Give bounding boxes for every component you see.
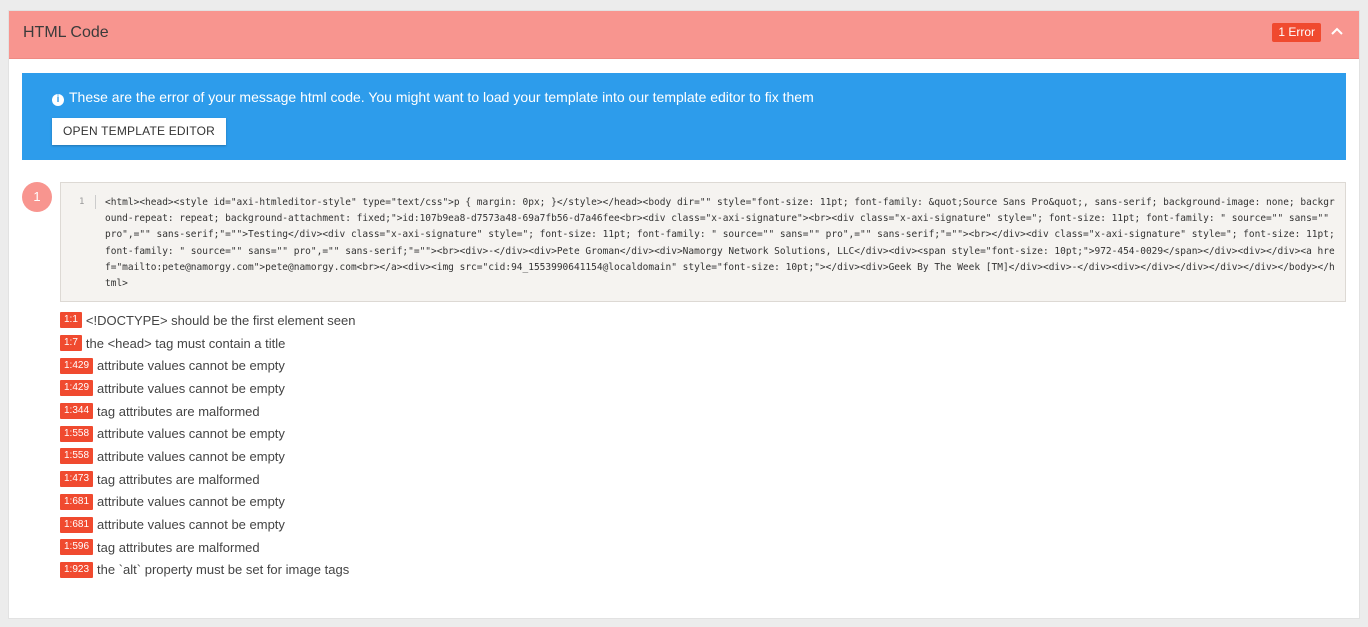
error-row: 1:681 attribute values cannot be empty (60, 491, 1346, 514)
error-position-badge: 1:1 (60, 312, 82, 329)
info-message: i These are the error of your message htm… (52, 89, 814, 106)
info-alert: i These are the error of your message htm… (22, 73, 1346, 160)
error-message: tag attributes are malformed (97, 471, 260, 487)
html-code-panel: HTML Code 1 Error i These are the error o… (8, 10, 1360, 619)
error-position-badge: 1:596 (60, 539, 94, 556)
error-row: 1:558 attribute values cannot be empty (60, 422, 1346, 445)
line-number: 1 (79, 197, 85, 207)
error-count-badge: 1 Error (1272, 23, 1321, 42)
panel-header[interactable]: HTML Code 1 Error (9, 11, 1359, 59)
panel-title: HTML Code (23, 24, 109, 41)
error-row: 1:429 attribute values cannot be empty (60, 377, 1346, 400)
error-message: tag attributes are malformed (97, 403, 260, 419)
error-position-badge: 1:429 (60, 357, 94, 374)
error-message: tag attributes are malformed (97, 539, 260, 555)
error-message: attribute values cannot be empty (97, 358, 285, 374)
error-position-badge: 1:344 (60, 403, 94, 420)
error-row: 1:558 attribute values cannot be empty (60, 445, 1346, 468)
error-row: 1:429 attribute values cannot be empty (60, 354, 1346, 377)
error-row: 1:473 tag attributes are malformed (60, 468, 1346, 491)
error-row: 1:923 the `alt` property must be set for … (60, 559, 1346, 582)
code-viewer[interactable]: 1 <html><head><style id="axi-htmleditor-… (60, 182, 1346, 302)
error-position-badge: 1:681 (60, 516, 94, 533)
error-message: the `alt` property must be set for image… (97, 562, 350, 578)
error-row: 1:596 tag attributes are malformed (60, 536, 1346, 559)
open-template-editor-button[interactable]: OPEN TEMPLATE EDITOR (52, 118, 227, 145)
error-position-badge: 1:429 (60, 380, 94, 397)
error-position-badge: 1:681 (60, 493, 94, 510)
error-message: attribute values cannot be empty (97, 426, 285, 442)
error-position-badge: 1:923 (60, 561, 94, 578)
error-position-badge: 1:558 (60, 425, 94, 442)
error-row: 1:344 tag attributes are malformed (60, 400, 1346, 423)
error-item: 1 1 <html><head><style id="axi-htmledito… (22, 182, 1346, 581)
gutter-divider (95, 195, 96, 209)
error-position-badge: 1:473 (60, 471, 94, 488)
error-message: attribute values cannot be empty (97, 448, 285, 464)
error-row: 1:681 attribute values cannot be empty (60, 513, 1346, 536)
error-message: attribute values cannot be empty (97, 380, 285, 396)
error-message: the <head> tag must contain a title (85, 335, 286, 351)
item-number-badge: 1 (22, 182, 52, 212)
error-position-badge: 1:558 (60, 448, 94, 465)
error-row: 1:7 the <head> tag must contain a title (60, 332, 1346, 355)
chevron-up-icon[interactable] (1329, 24, 1345, 40)
error-message: attribute values cannot be empty (97, 517, 285, 533)
code-content[interactable]: <html><head><style id="axi-htmleditor-st… (105, 195, 1337, 292)
panel-body: i These are the error of your message htm… (9, 59, 1359, 581)
errors-list: 1:1 <!DOCTYPE> should be the first elemen… (60, 309, 1346, 581)
error-row: 1:1 <!DOCTYPE> should be the first elemen… (60, 309, 1346, 332)
error-message: <!DOCTYPE> should be the first element s… (85, 312, 356, 328)
info-text: These are the error of your message html… (69, 89, 814, 105)
error-message: attribute values cannot be empty (97, 494, 285, 510)
info-icon: i (52, 94, 64, 106)
error-position-badge: 1:7 (60, 335, 82, 352)
